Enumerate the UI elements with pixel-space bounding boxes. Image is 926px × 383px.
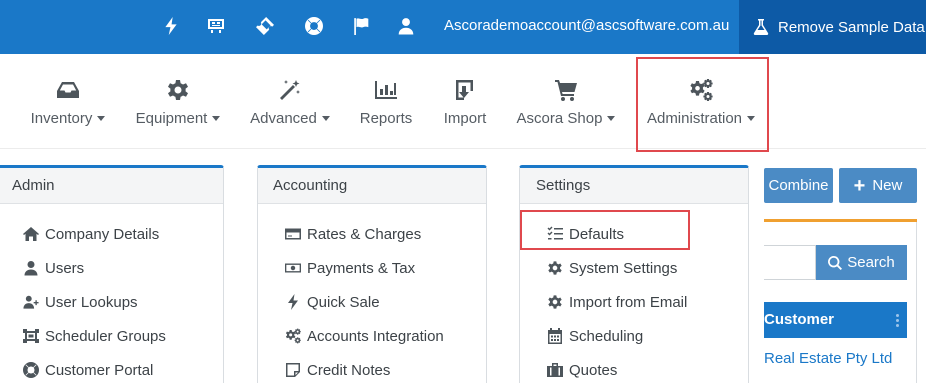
menu-item-accounts-integration[interactable]: Accounts Integration: [258, 324, 486, 348]
lifebuoy-icon: [21, 362, 41, 378]
user-plus-icon: [21, 294, 41, 310]
group-icon: [21, 328, 41, 344]
menu-item-label: Quick Sale: [307, 293, 380, 311]
menu-item-quotes[interactable]: Quotes: [520, 358, 748, 382]
menu-item-label: Customer Portal: [45, 361, 154, 379]
calendar-icon: [545, 328, 565, 344]
nav-reports-label: Reports: [359, 110, 413, 127]
import-icon: [453, 78, 477, 102]
lifebuoy-icon[interactable]: [303, 15, 325, 37]
search-icon: [828, 255, 843, 270]
menu-item-quick-sale[interactable]: Quick Sale: [258, 290, 486, 314]
menu-item-label: Rates & Charges: [307, 225, 422, 243]
menu-item-scheduler-groups[interactable]: Scheduler Groups: [0, 324, 223, 348]
menu-item-label: Accounts Integration: [307, 327, 444, 345]
search-button-label: Search: [847, 254, 895, 271]
menu-item-credit-notes[interactable]: Credit Notes: [258, 358, 486, 382]
menu-item-label: Scheduler Groups: [45, 327, 166, 345]
menu-item-label: Company Details: [45, 225, 160, 243]
defaults-highlight-box: [520, 210, 690, 250]
combine-button[interactable]: Combine: [764, 168, 833, 203]
menu-item-label: User Lookups: [45, 293, 138, 311]
credit-card-icon: [283, 226, 303, 242]
board-icon[interactable]: [205, 15, 227, 37]
bolt-icon: [283, 294, 303, 310]
menu-item-users[interactable]: Users: [0, 256, 223, 280]
nav-inventory[interactable]: Inventory: [22, 54, 114, 149]
nav-equipment-label: Equipment: [128, 110, 228, 127]
nav-import-label: Import: [443, 110, 487, 127]
magic-wand-icon: [278, 78, 302, 102]
nav-equipment[interactable]: Equipment: [128, 54, 228, 149]
main-nav: Inventory Equipment Advanced Reports Imp…: [0, 54, 926, 149]
bar-chart-icon: [374, 78, 398, 102]
settings-panel-title: Settings: [520, 168, 748, 204]
menu-item-company-details[interactable]: Company Details: [0, 222, 223, 246]
gear-icon: [545, 260, 565, 276]
ticket-icon[interactable]: [254, 15, 276, 37]
menu-item-customer-portal[interactable]: Customer Portal: [0, 358, 223, 382]
customer-row-link[interactable]: Real Estate Pty Ltd: [764, 350, 892, 367]
menu-item-system-settings[interactable]: System Settings: [520, 256, 748, 280]
menu-item-label: System Settings: [569, 259, 678, 277]
accounting-panel: Accounting Rates & Charges Payments & Ta…: [257, 165, 487, 383]
menu-item-label: Import from Email: [569, 293, 688, 311]
nav-ascora-shop[interactable]: Ascora Shop: [512, 54, 620, 149]
menu-item-label: Credit Notes: [307, 361, 391, 379]
gears-icon: [283, 328, 303, 344]
customer-column-label: Customer: [764, 311, 835, 328]
menu-item-scheduling[interactable]: Scheduling: [520, 324, 748, 348]
admin-panel: Admin Company Details Users User Lookups…: [0, 165, 224, 383]
menu-item-label: Users: [45, 259, 85, 277]
search-button[interactable]: Search: [816, 245, 907, 280]
nav-advanced[interactable]: Advanced: [244, 54, 336, 149]
menu-item-rates-charges[interactable]: Rates & Charges: [258, 222, 486, 246]
nav-ascora-shop-label: Ascora Shop: [512, 110, 620, 127]
briefcase-icon: [545, 362, 565, 378]
flag-icon[interactable]: [350, 15, 372, 37]
menu-item-user-lookups[interactable]: User Lookups: [0, 290, 223, 314]
top-bar: Ascorademoaccount@ascsoftware.com.au Rem…: [0, 0, 926, 54]
administration-highlight-box: [636, 57, 769, 152]
gear-icon: [545, 294, 565, 310]
nav-advanced-label: Advanced: [244, 110, 336, 127]
user-icon: [21, 260, 41, 276]
nav-inventory-label: Inventory: [22, 110, 114, 127]
bolt-icon[interactable]: [160, 15, 182, 37]
admin-panel-title: Admin: [0, 168, 223, 204]
customer-column-header[interactable]: Customer: [764, 302, 907, 338]
home-icon: [21, 226, 41, 242]
settings-panel: Settings Defaults System Settings Import…: [519, 165, 749, 383]
account-email-link[interactable]: Ascorademoaccount@ascsoftware.com.au: [444, 17, 729, 34]
inbox-icon: [56, 78, 80, 102]
column-menu-icon[interactable]: [896, 314, 899, 328]
accounting-panel-title: Accounting: [258, 168, 486, 204]
plus-icon: +: [853, 174, 866, 197]
gear-icon: [166, 78, 190, 102]
menu-item-payments-tax[interactable]: Payments & Tax: [258, 256, 486, 280]
note-icon: [283, 362, 303, 378]
remove-sample-data-button[interactable]: Remove Sample Data: [739, 0, 926, 54]
menu-item-label: Quotes: [569, 361, 618, 379]
nav-import[interactable]: Import: [432, 54, 498, 149]
money-icon: [283, 260, 303, 276]
search-input[interactable]: [764, 245, 816, 280]
menu-item-label: Payments & Tax: [307, 259, 416, 277]
app-root: Ascorademoaccount@ascsoftware.com.au Rem…: [0, 0, 926, 383]
nav-reports[interactable]: Reports: [352, 54, 420, 149]
cart-icon: [554, 78, 578, 102]
menu-item-import-from-email[interactable]: Import from Email: [520, 290, 748, 314]
menu-item-label: Scheduling: [569, 327, 644, 345]
new-button-label: New: [872, 177, 903, 194]
flask-icon: [753, 19, 769, 35]
new-button[interactable]: + New: [839, 168, 917, 203]
remove-sample-data-label: Remove Sample Data: [778, 18, 925, 36]
user-icon[interactable]: [395, 15, 417, 37]
